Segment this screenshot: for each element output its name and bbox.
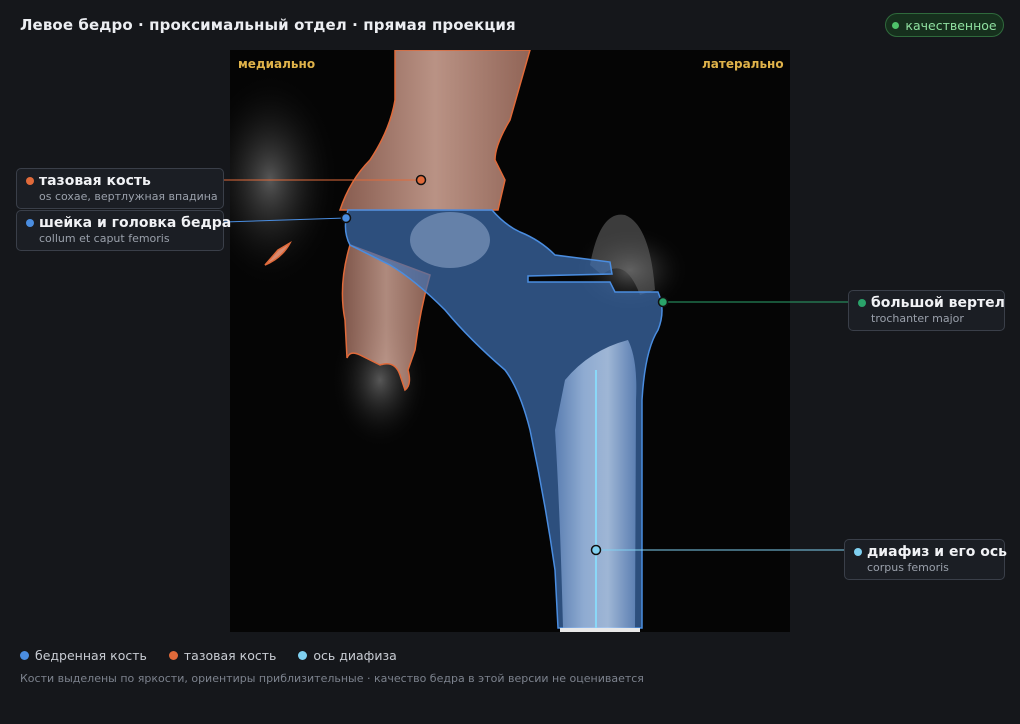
image-bottom-edge	[560, 628, 640, 632]
annotation-subtitle: os coxae, вертлужная впадина	[39, 190, 218, 203]
annotation-title: диафиз и его ось	[867, 544, 1008, 560]
annotation-subtitle: trochanter major	[871, 312, 964, 325]
quality-badge: качественное	[885, 13, 1004, 37]
orientation-medial: медиально	[238, 57, 316, 71]
xray-viewer[interactable]	[230, 50, 790, 632]
annotation-title: тазовая кость	[39, 173, 151, 189]
page-title: Левое бедро · проксимальный отдел · прям…	[20, 16, 516, 34]
annotation-title: большой вертел	[871, 295, 1005, 311]
legend: бедренная кость тазовая кость ось диафиз…	[20, 648, 397, 663]
annotation-subtitle: corpus femoris	[867, 561, 949, 574]
footnote: Кости выделены по яркости, ориентиры при…	[20, 672, 644, 685]
legend-label: ось диафиза	[313, 648, 397, 663]
annotation-title: шейка и головка бедра	[39, 215, 232, 231]
status-dot-icon	[892, 21, 900, 29]
legend-item-axis: ось диафиза	[298, 648, 397, 663]
legend-label: тазовая кость	[183, 648, 277, 663]
legend-item-femur: бедренная кость	[20, 648, 147, 663]
annotation-subtitle: collum et caput femoris	[39, 232, 170, 245]
neck-dot-icon	[26, 219, 34, 227]
shaft-dot-icon	[854, 548, 862, 556]
annotation-card-shaft[interactable]: диафиз и его ось corpus femoris	[844, 539, 1008, 580]
annotation-card-neck[interactable]: шейка и головка бедра collum et caput fe…	[16, 210, 232, 251]
legend-item-pelvis: тазовая кость	[168, 648, 277, 663]
orientation-lateral: латерально	[702, 57, 784, 71]
quality-badge-label: качественное	[905, 17, 997, 33]
annotation-card-trochanter[interactable]: большой вертел trochanter major	[848, 290, 1005, 331]
pelvis-dot-icon	[26, 177, 34, 185]
pelvis-dot-icon	[168, 651, 178, 660]
annotation-card-pelvis[interactable]: тазовая кость os coxae, вертлужная впади…	[16, 168, 224, 209]
axis-dot-icon	[298, 651, 308, 660]
xray-image	[230, 50, 790, 632]
legend-label: бедренная кость	[35, 648, 147, 663]
trochanter-dot-icon	[858, 299, 866, 307]
femoral-head-highlight	[410, 212, 490, 268]
femur-dot-icon	[20, 651, 29, 660]
